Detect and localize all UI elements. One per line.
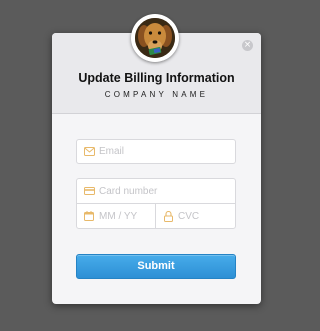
- cvc-field[interactable]: [155, 203, 236, 229]
- card-number-field[interactable]: [76, 178, 236, 204]
- cvc-input[interactable]: [178, 210, 235, 222]
- close-icon[interactable]: ×: [242, 40, 253, 51]
- modal-title: Update Billing Information: [78, 71, 235, 85]
- dog-avatar-icon: [135, 18, 175, 58]
- expiry-input[interactable]: [99, 210, 155, 222]
- submit-button[interactable]: Submit: [76, 254, 236, 279]
- expiry-field[interactable]: [76, 203, 156, 229]
- envelope-icon: [83, 146, 95, 158]
- card-number-input[interactable]: [99, 185, 235, 197]
- avatar: [131, 14, 179, 62]
- credit-card-icon: [83, 185, 95, 197]
- email-input[interactable]: [99, 146, 235, 157]
- lock-icon: [162, 210, 174, 222]
- billing-modal: × Update Billing Information COMPANY NAM…: [52, 33, 261, 304]
- company-name: COMPANY NAME: [104, 90, 209, 99]
- email-field[interactable]: [76, 139, 236, 164]
- calendar-icon: [83, 210, 95, 222]
